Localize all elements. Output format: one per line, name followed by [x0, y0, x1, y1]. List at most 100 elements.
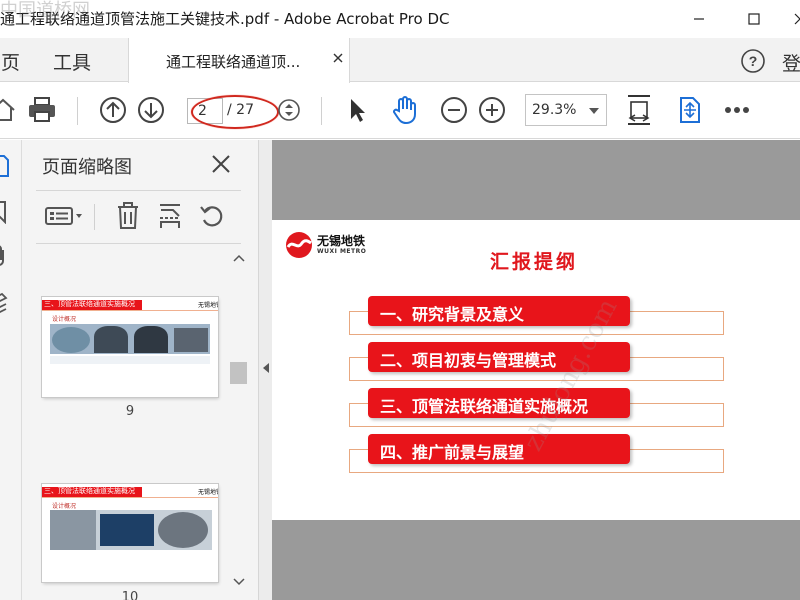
thumbnail-tunnel-image [50, 510, 96, 550]
thumbnail-logo: 无锡地铁 [198, 302, 218, 309]
annotation-ellipse [191, 95, 279, 129]
svg-text:?: ? [749, 53, 758, 69]
toolbar: 2 / 27 [0, 83, 800, 139]
thumbnail-scrollbar[interactable] [230, 250, 248, 600]
panel-splitter[interactable] [258, 140, 272, 600]
scroll-up-icon[interactable] [233, 254, 245, 262]
more-dots-icon [725, 107, 749, 113]
collapse-panel-icon[interactable] [262, 362, 270, 374]
outline-item-text: 四、推广前景与展望 [380, 443, 525, 462]
scrolling-mode-button[interactable] [675, 95, 705, 125]
page-insert-icon [160, 204, 180, 228]
cursor-arrow-icon [351, 99, 365, 122]
tab-tools[interactable]: 工具 [53, 48, 91, 75]
arrow-up-circle-icon [100, 97, 126, 123]
page-arrows-icon [680, 97, 700, 123]
maximize-icon [748, 13, 760, 25]
page-thumbnail-9[interactable]: 三、顶管法联络通道实施概况 无锡地铁 设计概况 [42, 297, 218, 397]
outline-item-text: 一、研究背景及意义 [380, 305, 525, 324]
logo-chinese-text: 无锡地铁 [317, 234, 366, 248]
thumbnail-caption-strip [50, 356, 210, 364]
zoom-out-button[interactable] [439, 95, 469, 125]
close-panel-icon[interactable] [210, 153, 232, 175]
document-viewport[interactable]: 无锡地铁 WUXI METRO 汇报提纲 一、研究背景及意义 二、项目初衷与管理… [272, 140, 800, 600]
insert-page-button[interactable] [156, 200, 184, 232]
thumbnail-tunnel-image [52, 327, 90, 353]
title-bar: 通工程联络通道顶管法施工关键技术.pdf - Adobe Acrobat Pro… [0, 0, 800, 38]
hand-tool-button[interactable] [390, 95, 420, 125]
maximize-button[interactable] [731, 0, 777, 38]
print-button[interactable] [27, 95, 57, 125]
thumbnail-logo: 无锡地铁 [198, 489, 218, 496]
toolbar-separator [77, 97, 78, 125]
home-icon [0, 98, 15, 121]
navigation-rail [0, 140, 22, 600]
thumbnail-image-strip [50, 510, 212, 550]
thumbnail-heading: 三、顶管法联络通道实施概况 [44, 300, 135, 308]
scrollbar-thumb[interactable] [230, 362, 247, 384]
page-stepper-button[interactable] [274, 95, 304, 125]
thumbnail-tunnel-image [100, 514, 154, 546]
panel-title: 页面缩略图 [42, 157, 132, 178]
layers-rail-icon[interactable] [0, 290, 8, 314]
delete-page-button[interactable] [114, 200, 142, 232]
select-tool-button[interactable] [342, 95, 372, 125]
thumbnail-section-label: 设计概况 [52, 316, 77, 323]
more-tools-button[interactable] [722, 95, 752, 125]
attachments-rail-icon[interactable] [0, 244, 8, 268]
outline-item: 三、顶管法联络通道实施概况 [368, 388, 630, 418]
thumbnail-tunnel-image [158, 512, 208, 548]
thumbnail-rule [42, 310, 218, 311]
arrow-down-circle-icon [138, 97, 164, 123]
page-thumbnails-rail-icon[interactable] [0, 154, 10, 178]
close-tab-icon[interactable] [331, 51, 345, 65]
thumbnail-page-number: 9 [125, 404, 135, 419]
close-icon [794, 13, 800, 25]
next-page-button[interactable] [136, 95, 166, 125]
trash-icon [118, 202, 138, 229]
metro-logo-icon [286, 232, 312, 258]
document-tab-label: 通工程联络通道顶... [166, 53, 301, 71]
thumbnails-panel: 页面缩略图 三、顶管法联络通道实施概况 无锡地铁 设计概况 9 三、顶管法联络通… [22, 140, 258, 600]
hand-icon [393, 96, 416, 125]
zoom-in-button[interactable] [477, 95, 507, 125]
site-watermark: 中国道桥网 [0, 0, 90, 21]
stepper-circle-icon [278, 99, 300, 121]
rotate-page-button[interactable] [198, 200, 226, 232]
close-window-button[interactable] [777, 0, 800, 38]
chevron-down-icon [589, 108, 599, 114]
thumbnail-page-number: 10 [121, 590, 139, 600]
sign-in-link[interactable]: 登 [782, 49, 800, 76]
outline-item: 四、推广前景与展望 [368, 434, 630, 464]
panel-divider [36, 243, 241, 244]
toolbar-separator [321, 97, 322, 125]
tab-bar: 主页 工具 通工程联络通道顶... ? 登 [0, 38, 800, 83]
previous-page-button[interactable] [98, 95, 128, 125]
panel-tool-separator [94, 204, 95, 230]
thumbnail-image-strip [50, 324, 210, 354]
page-thumbnail-10[interactable]: 三、顶管法联络通道实施概况 无锡地铁 设计概况 [42, 484, 218, 582]
logo-english-text: WUXI METRO [317, 248, 367, 255]
fit-page-button[interactable] [624, 95, 654, 125]
options-list-icon [45, 207, 82, 225]
print-icon [29, 97, 55, 122]
slide-title: 汇报提纲 [490, 251, 579, 273]
fit-height-icon [628, 95, 650, 125]
minimize-button[interactable] [676, 0, 722, 38]
bookmarks-rail-icon[interactable] [0, 200, 8, 224]
plus-circle-icon [479, 97, 505, 123]
pdf-page: 无锡地铁 WUXI METRO 汇报提纲 一、研究背景及意义 二、项目初衷与管理… [272, 220, 800, 520]
thumbnail-rule [42, 497, 218, 498]
rotate-icon [200, 206, 223, 227]
home-button[interactable] [0, 95, 18, 125]
thumbnail-tunnel-image [94, 326, 128, 353]
thumbnail-tunnel-image [174, 328, 208, 352]
scroll-down-icon[interactable] [233, 578, 245, 586]
thumbnail-options-button[interactable] [42, 200, 86, 232]
tab-document[interactable]: 通工程联络通道顶... [128, 38, 350, 83]
help-icon[interactable]: ? [740, 48, 766, 74]
thumbnail-section-label: 设计概况 [52, 503, 77, 510]
zoom-dropdown[interactable]: 29.3% [525, 94, 607, 126]
zoom-value: 29.3% [532, 102, 577, 118]
tab-home[interactable]: 主页 [0, 48, 20, 75]
